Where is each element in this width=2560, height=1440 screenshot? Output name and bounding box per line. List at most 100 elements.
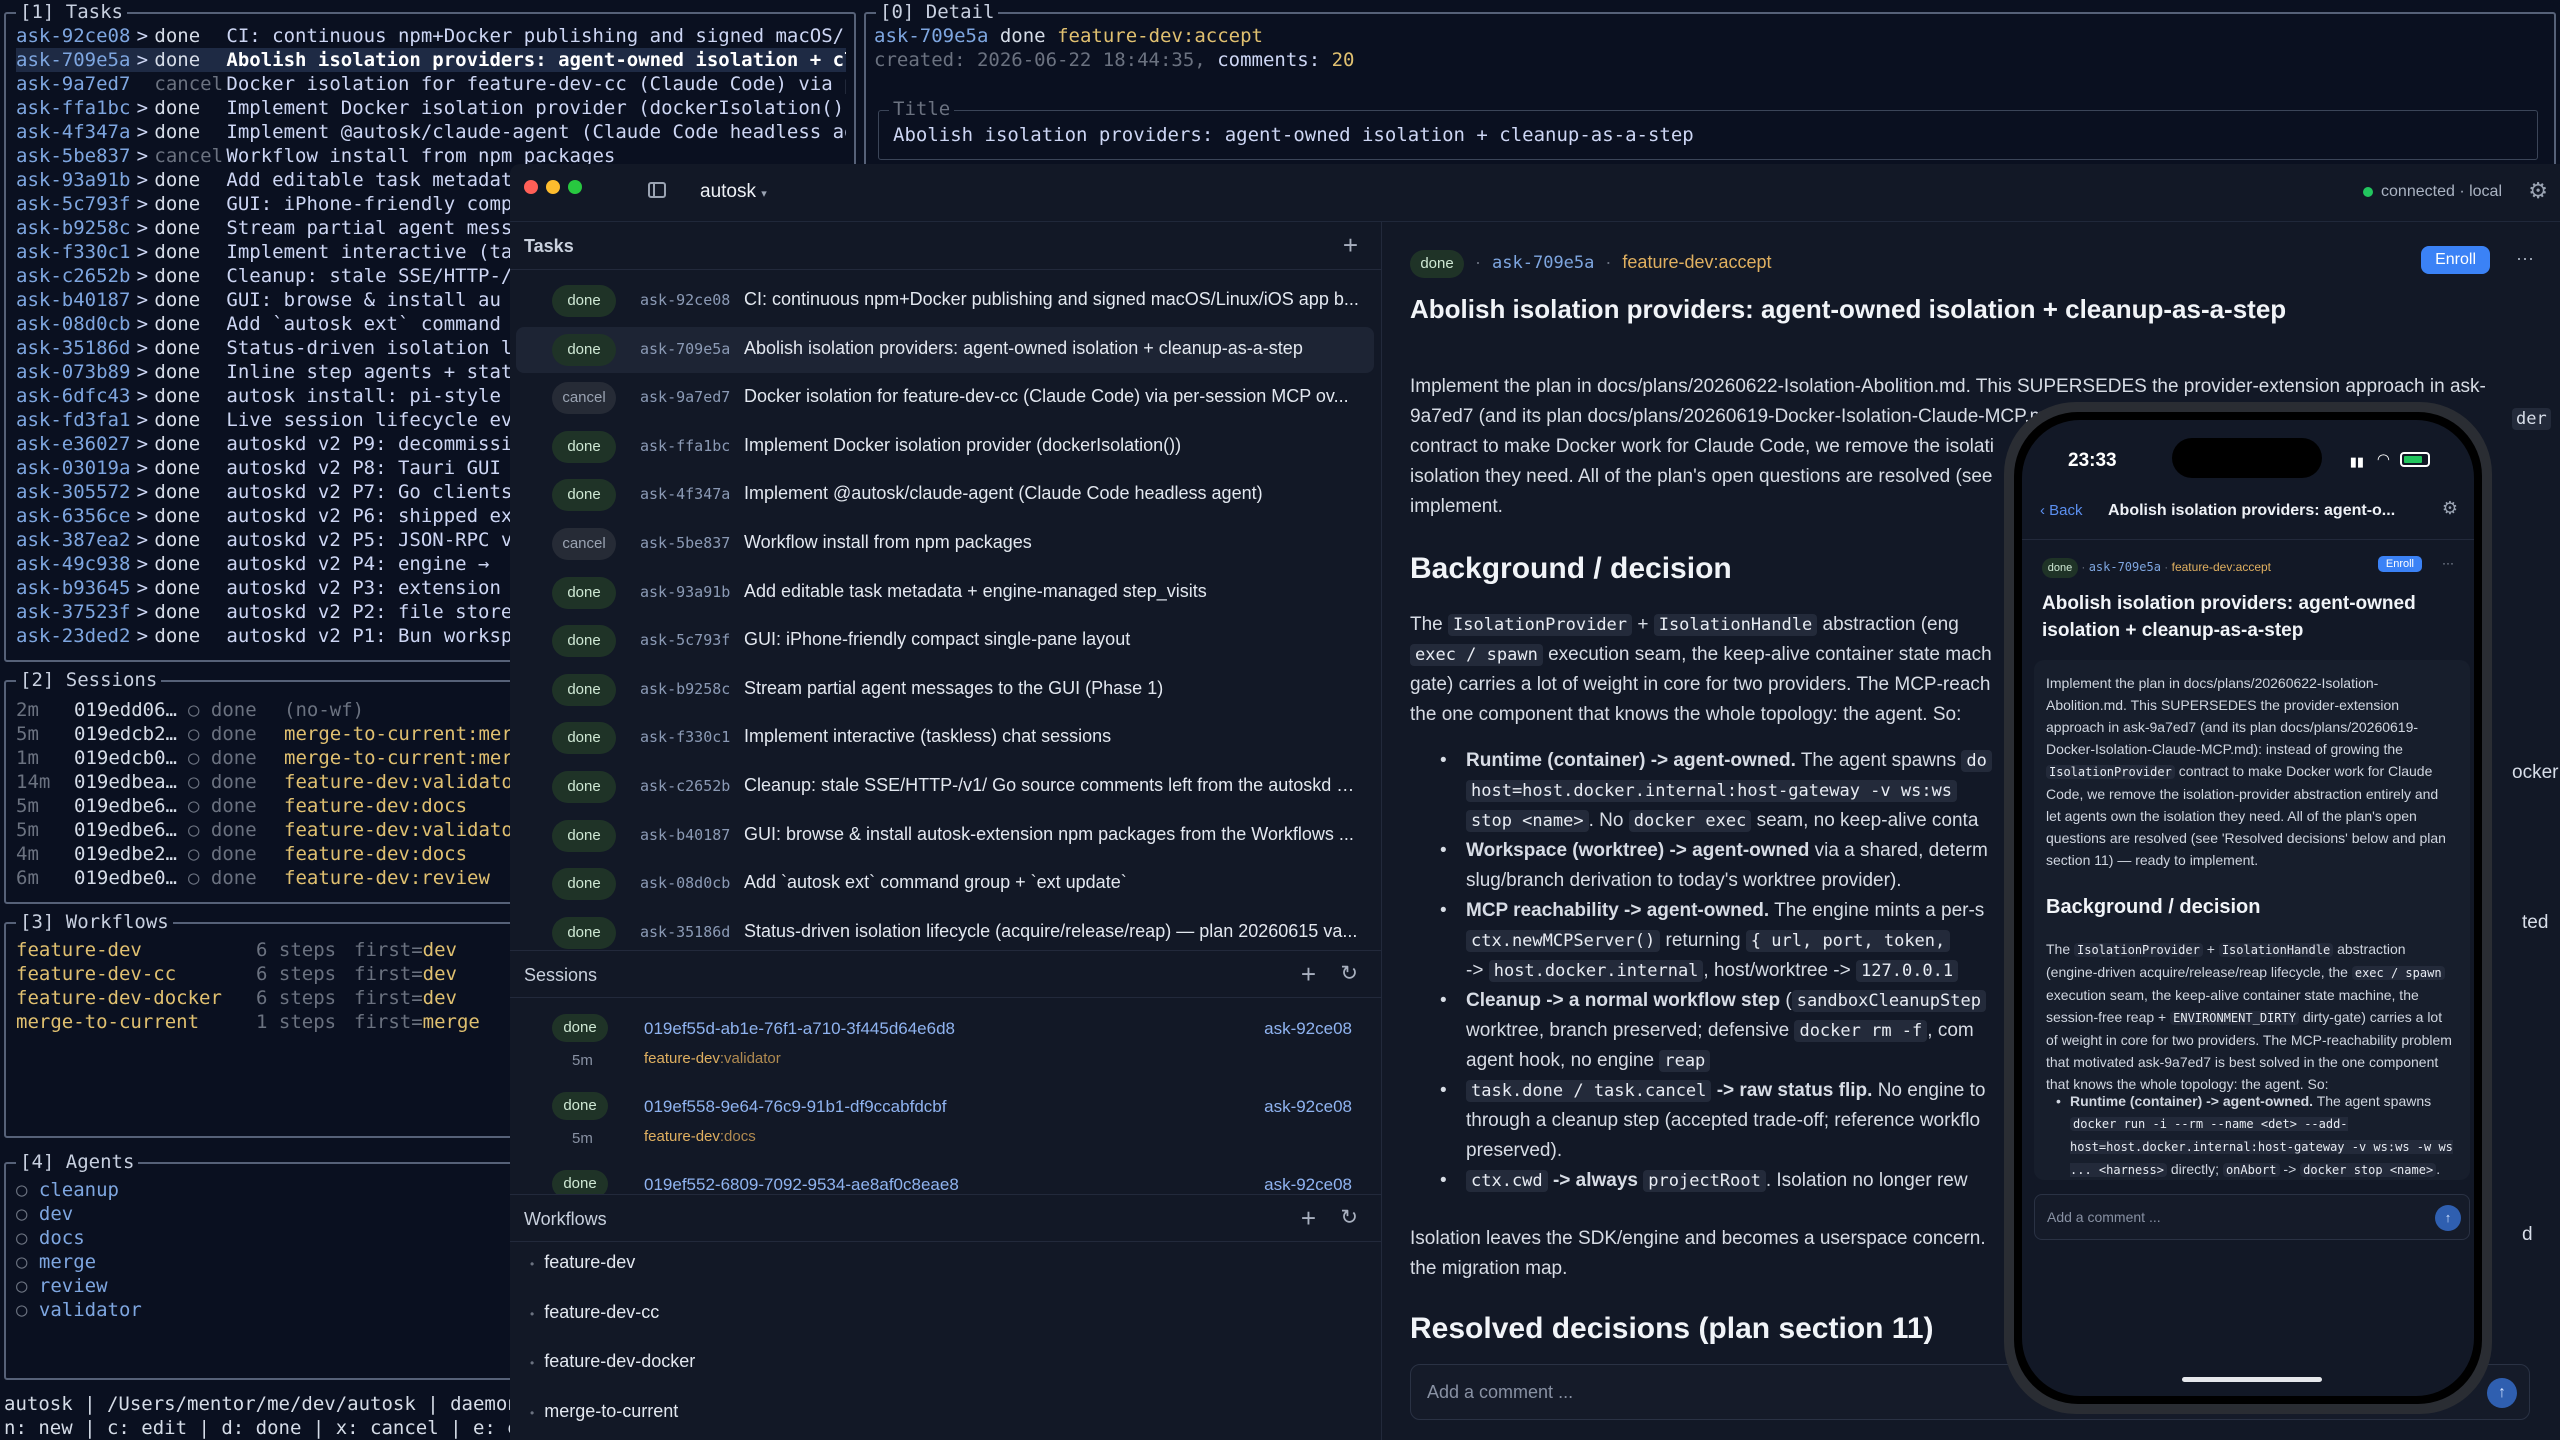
task-row[interactable]: done ask-ffa1bc Implement Docker isolation… [516,424,1374,470]
agent-circle-icon: ○ [16,1227,39,1249]
iphone-screen: 23:33 ▮▮ ◠ ‹ Back Abolish isolation prov… [2022,420,2474,1396]
refresh-sessions-icon[interactable]: ↻ [1340,961,1358,986]
phone-send-button[interactable]: ↑ [2435,1205,2461,1231]
window-titlebar: autosk ▾ connected · local ⚙ [510,164,2560,222]
session-task-link[interactable]: ask-92ce08 [1264,1097,1352,1117]
workflow-row[interactable]: • feature-dev [530,1252,635,1273]
minimize-window-button[interactable] [546,180,560,194]
task-row[interactable]: cancel ask-9a7ed7 Docker isolation for fea… [516,375,1374,421]
phone-enroll-button[interactable]: Enroll [2377,556,2422,572]
task-status: done [154,217,201,239]
detail-workflow[interactable]: feature-dev:accept [1622,252,1771,272]
session-age: 14m [16,771,51,793]
task-row[interactable]: done ask-709e5a Abolish isolation provider… [516,326,1374,373]
comment-placeholder: Add a comment ... [1427,1382,1574,1402]
task-row[interactable]: done ask-93a91b Add editable task metadata… [516,570,1374,616]
workflow-row[interactable]: • feature-dev-cc [530,1302,659,1323]
task-arrow: > [136,385,149,407]
task-row[interactable]: cancel ask-5be837 Workflow install from np… [516,521,1374,567]
task-status: done [154,481,201,503]
phone-workflow[interactable]: feature-dev:accept [2172,560,2271,574]
session-id: 019edd06… [74,699,177,721]
more-options-icon[interactable]: ··· [2516,248,2534,269]
send-comment-button[interactable]: ↑ [2487,1378,2517,1408]
task-row[interactable]: done ask-4f347a Implement @autosk/claude-a… [516,472,1374,518]
phone-more-icon[interactable]: ··· [2442,556,2454,570]
task-title: Add `autosk ext` command group + `ext up… [744,872,1127,893]
phone-meta-row: done · ask-709e5a · feature-dev:accept [2042,558,2271,578]
task-arrow: > [136,193,149,215]
workflow-steps: 6 steps [256,987,337,1009]
sidebar-toggle-icon[interactable] [648,182,666,198]
settings-gear-icon[interactable]: ⚙ [2528,178,2548,204]
task-row[interactable]: done ask-5c793f GUI: iPhone-friendly compa… [516,618,1374,664]
task-status: done [154,361,201,383]
task-status-badge: done [552,285,616,317]
task-row[interactable]: done ask-b9258c Stream partial agent messa… [516,667,1374,713]
session-state: ○ done [188,819,257,841]
session-workflow-name: feature-dev [644,1128,720,1145]
detail-task-id[interactable]: ask-709e5a [1492,253,1594,273]
agent-name: validator [38,1299,142,1321]
refresh-workflows-icon[interactable]: ↻ [1340,1205,1358,1230]
agent-circle-icon: ○ [16,1203,39,1225]
task-row[interactable]: done ask-35186d Status-driven isolation li… [516,910,1374,956]
workflow-bullet-icon: • [530,1306,535,1321]
terminal-task-row[interactable]: ask-ffa1bc > done Implement Docker isolatio… [16,96,846,120]
session-row[interactable]: done 019ef55d-ab1e-76f1-a710-3f445d64e6d8… [516,1010,1374,1084]
task-status: done [154,457,201,479]
terminal-task-row[interactable]: ask-92ce08 > done CI: continuous npm+Docker… [16,24,846,48]
task-status: cancel [154,145,224,167]
add-workflow-icon[interactable]: + [1301,1203,1316,1234]
task-arrow: > [136,601,149,623]
project-selector[interactable]: autosk ▾ [700,181,767,203]
task-title: Abolish isolation providers: agent-owned… [226,49,846,71]
task-id: ask-92ce08 [640,291,731,309]
workflow-name: feature-dev [544,1252,636,1272]
workflow-steps: 6 steps [256,963,337,985]
task-row[interactable]: done ask-f330c1 Implement interactive (tas… [516,715,1374,761]
terminal-task-row[interactable]: ask-9a7ed7 cancel Docker isolation for fea… [16,72,846,96]
chevron-left-icon: ‹ [2040,502,2050,519]
terminal-task-row[interactable]: ask-4f347a > done Implement @autosk/claude-… [16,120,846,144]
terminal-task-row[interactable]: ask-709e5a > done Abolish isolation provide… [16,48,846,72]
task-title: Status-driven isolation lifecycle (acqui… [744,920,1358,941]
workflow-first-label: first= [354,1011,423,1033]
add-task-icon[interactable]: + [1343,230,1358,261]
task-row[interactable]: done ask-08d0cb Add `autosk ext` command g… [516,861,1374,907]
task-row[interactable]: done ask-b40187 GUI: browse & install auto… [516,813,1374,859]
workflow-steps: 1 steps [256,1011,337,1033]
workflow-first-step: dev [422,987,457,1009]
phone-comment-box[interactable]: Add a comment ... ↑ [2034,1194,2470,1240]
task-title: Docker isolation for feature-dev-cc (Cla… [744,386,1349,407]
workflow-first-step: merge [422,1011,480,1033]
enroll-button[interactable]: Enroll [2421,246,2490,274]
task-id: ask-e36027 [16,433,131,455]
task-id: ask-709e5a [16,49,131,71]
task-row[interactable]: done ask-c2652b Cleanup: stale SSE/HTTP-/v… [516,764,1374,810]
workflow-row[interactable]: • merge-to-current [530,1401,678,1422]
add-session-icon[interactable]: + [1301,959,1316,990]
detail-status: done [999,25,1046,47]
task-row[interactable]: done ask-92ce08 CI: continuous npm+Docker … [516,278,1374,324]
home-indicator [2182,1377,2322,1382]
workflow-row[interactable]: • feature-dev-docker [530,1351,695,1372]
back-button[interactable]: ‹ Back [2040,502,2083,519]
phone-task-id[interactable]: ask-709e5a [2089,560,2161,574]
session-task-link[interactable]: ask-92ce08 [1264,1019,1352,1039]
task-arrow: > [136,577,149,599]
task-id: ask-b40187 [640,825,731,844]
phone-settings-icon[interactable]: ⚙ [2442,498,2458,519]
task-status: done [154,337,201,359]
session-id: 019ef55d-ab1e-76f1-a710-3f445d64e6d8 [644,1019,955,1038]
session-age: 1m [16,747,39,769]
task-title: Add editable task metadata + engine-mana… [744,580,1207,601]
task-status: done [154,601,201,623]
zoom-window-button[interactable] [568,180,582,194]
session-row[interactable]: done 019ef552-6809-7092-9534-ae8af0c8eae8… [516,1166,1374,1194]
session-task-link[interactable]: ask-92ce08 [1264,1175,1352,1194]
close-window-button[interactable] [524,180,538,194]
agent-name: docs [38,1227,85,1249]
session-row[interactable]: done 019ef558-9e64-76c9-91b1-df9ccabfdcbf… [516,1088,1374,1162]
task-status-badge: done [552,625,616,658]
